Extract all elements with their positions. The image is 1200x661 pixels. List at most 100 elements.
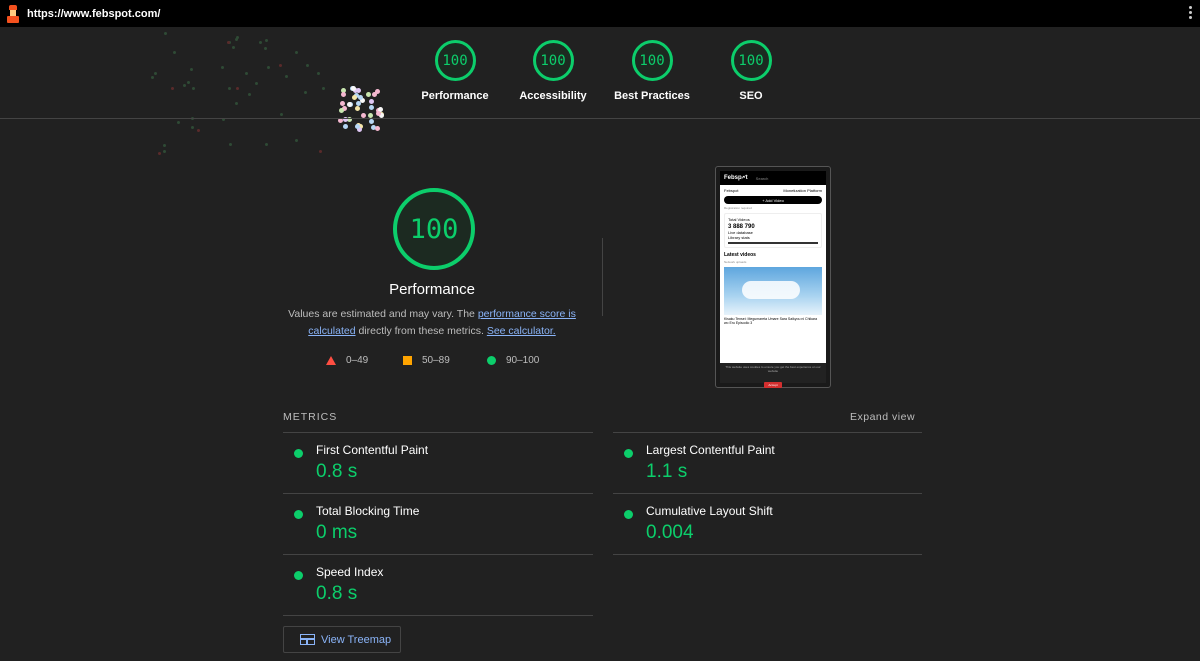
- metric-name: Cumulative Layout Shift: [646, 504, 773, 518]
- screenshot-screen: Febsp🗲t Search Febspot Monetization Platfo…: [720, 171, 826, 367]
- decorative-dot: [163, 150, 166, 153]
- divider: [283, 615, 593, 616]
- score-gauges: 100 Performance 100 Accessibility 100 Be…: [400, 40, 800, 105]
- pass-circle-icon: [294, 449, 303, 458]
- calculator-link[interactable]: See calculator.: [487, 325, 556, 337]
- decorative-dot: [295, 139, 298, 142]
- site-total-label: Total Videos: [728, 217, 750, 222]
- final-screenshot[interactable]: Febsp🗲t Search Febspot Monetization Platfo…: [715, 166, 831, 388]
- performance-title: Performance: [389, 281, 475, 298]
- more-options-icon[interactable]: [1189, 6, 1192, 21]
- legend-fail: 0–49: [326, 355, 368, 366]
- site-progress-bar: [728, 242, 818, 244]
- pass-circle-icon: [624, 510, 633, 519]
- metric-name: Largest Contentful Paint: [646, 443, 775, 457]
- gauge-score: 100: [434, 40, 476, 81]
- gauge-score: 100: [730, 40, 772, 81]
- view-treemap-button[interactable]: View Treemap: [283, 626, 401, 653]
- legend-average: 50–89: [403, 355, 450, 366]
- gauge-seo[interactable]: 100 SEO: [696, 40, 806, 102]
- gauge-performance[interactable]: 100 Performance: [400, 40, 510, 102]
- decorative-dot: [191, 126, 194, 129]
- decorative-dot: [236, 87, 239, 90]
- square-icon: [403, 356, 412, 365]
- confetti-dot: [352, 95, 357, 100]
- lighthouse-logo-icon: [6, 4, 20, 23]
- decorative-dot: [279, 64, 282, 67]
- triangle-icon: [326, 356, 336, 365]
- gauge-label: Best Practices: [614, 90, 690, 102]
- decorative-dot: [190, 68, 193, 71]
- legend-range: 90–100: [506, 355, 540, 366]
- confetti-dot: [375, 89, 380, 94]
- metric-value: 1.1 s: [646, 461, 688, 482]
- legend-pass: 90–100: [487, 355, 539, 366]
- site-row-right: Monetization Platform: [783, 188, 822, 193]
- desc-text: directly from these metrics.: [355, 325, 487, 337]
- confetti-dot: [376, 111, 381, 116]
- confetti-dot: [358, 95, 363, 100]
- divider: [602, 238, 603, 316]
- site-video-thumbnail: [724, 267, 822, 315]
- gauge-accessibility[interactable]: 100 Accessibility: [498, 40, 608, 102]
- decorative-dot: [154, 72, 157, 75]
- site-video-title: Kisaku Tensei: Megumareta Umare Sara Sai…: [724, 317, 818, 325]
- site-network: Network uploads: [724, 260, 747, 264]
- performance-description: Values are estimated and may vary. The p…: [282, 306, 582, 340]
- legend-range: 50–89: [422, 355, 450, 366]
- decorative-dot: [177, 121, 180, 124]
- confetti-dot: [340, 101, 345, 106]
- treemap-label: View Treemap: [321, 633, 392, 646]
- gauge-score: 100: [631, 40, 673, 81]
- metrics-heading: METRICS: [283, 411, 338, 423]
- decorative-dot: [163, 144, 166, 147]
- decorative-dot: [221, 66, 224, 69]
- expand-view-toggle[interactable]: Expand view: [850, 411, 915, 423]
- treemap-icon: [300, 634, 315, 645]
- decorative-dot: [192, 87, 195, 90]
- gauge-score: 100: [532, 40, 574, 81]
- page-url[interactable]: https://www.febspot.com/: [27, 8, 160, 20]
- gauge-label: Performance: [421, 90, 489, 102]
- site-accept-button: Accept: [764, 382, 782, 388]
- site-cookie-text: This website uses cookies to ensure you …: [725, 365, 821, 373]
- decorative-dot: [197, 129, 200, 132]
- legend-range: 0–49: [346, 355, 369, 366]
- gauge-best-practices[interactable]: 100 Best Practices: [597, 40, 707, 102]
- gauge-label: SEO: [739, 90, 763, 102]
- divider: [613, 493, 922, 494]
- confetti-dot: [366, 92, 371, 97]
- confetti-dot: [375, 126, 380, 131]
- divider: [0, 118, 1200, 119]
- site-cookie-banner: This website uses cookies to ensure you …: [720, 363, 826, 388]
- metric-name: First Contentful Paint: [316, 443, 429, 457]
- performance-score-gauge: 100: [393, 188, 475, 270]
- address-bar: https://www.febspot.com/: [0, 0, 1200, 27]
- decorative-dot: [317, 72, 320, 75]
- site-library: Library stats: [728, 235, 750, 240]
- confetti-dot: [341, 92, 346, 97]
- metric-value: 0 ms: [316, 522, 358, 543]
- decorative-dot: [280, 113, 283, 116]
- desc-text: Values are estimated and may vary. The: [288, 308, 478, 320]
- divider: [283, 554, 593, 555]
- divider: [283, 493, 593, 494]
- metric-value: 0.004: [646, 522, 694, 543]
- decorative-dot: [173, 51, 176, 54]
- decorative-dot: [304, 91, 307, 94]
- decorative-dot: [227, 41, 230, 44]
- site-search: Search: [755, 175, 769, 181]
- confetti-dot: [343, 124, 348, 129]
- decorative-dot: [285, 75, 288, 78]
- decorative-dot: [151, 76, 154, 79]
- decorative-dot: [164, 32, 167, 35]
- decorative-dot: [229, 143, 232, 146]
- decorative-dot: [228, 87, 231, 90]
- site-latest-heading: Latest videos: [724, 252, 756, 258]
- site-row-left: Febspot: [724, 188, 739, 193]
- decorative-dot: [267, 66, 270, 69]
- decorative-dot: [235, 102, 238, 105]
- site-add-button: + Add Video: [724, 196, 822, 204]
- site-row: Febspot Monetization Platform: [720, 185, 826, 193]
- decorative-dot: [295, 51, 298, 54]
